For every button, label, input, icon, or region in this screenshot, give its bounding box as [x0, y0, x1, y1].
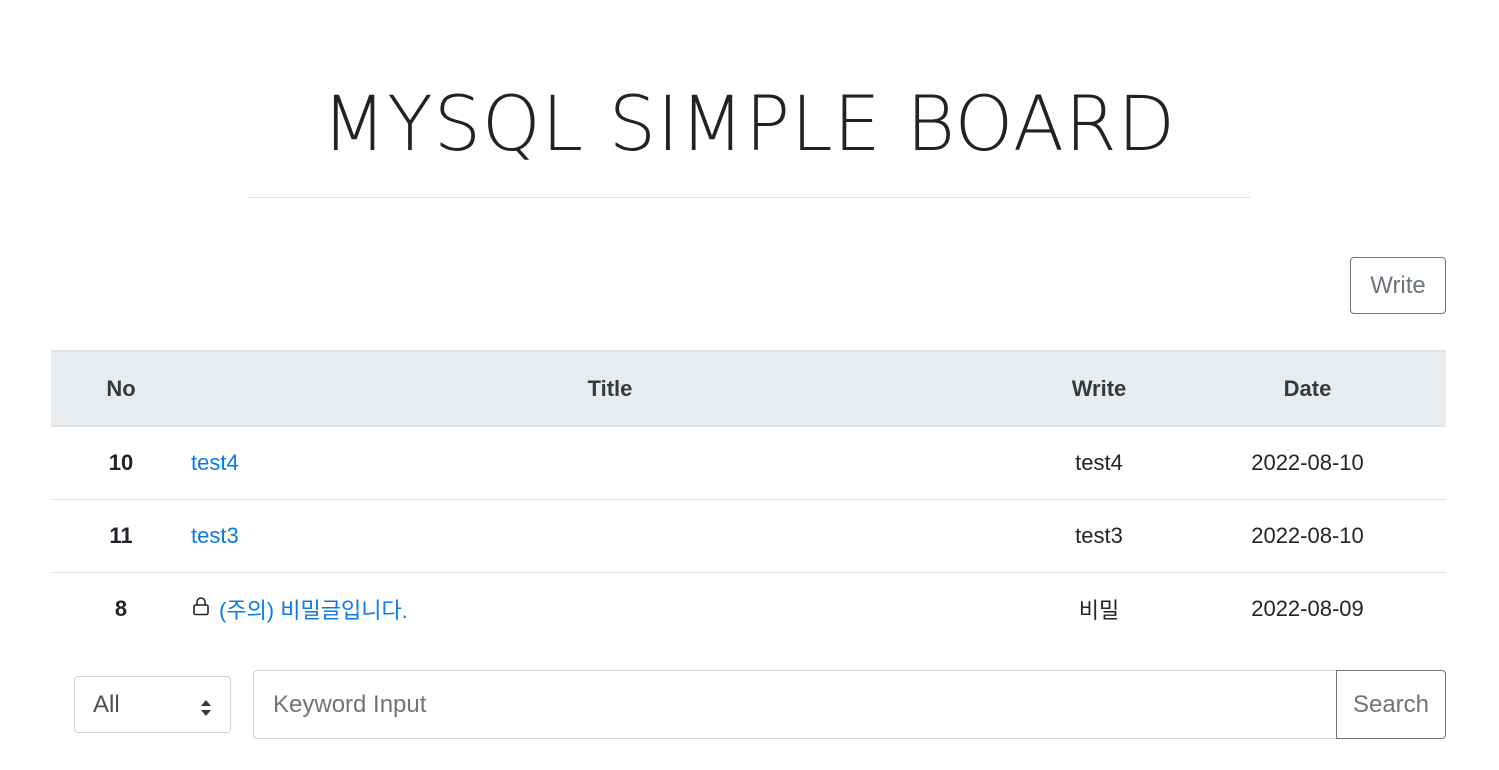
table-header-row: No Title Write Date: [51, 350, 1446, 427]
post-title-link[interactable]: test4: [191, 450, 239, 475]
row-number: 10: [51, 426, 191, 500]
search-bar: All Search: [74, 670, 1446, 739]
page-title: MYSQL SIMPLE BOARD: [322, 79, 1176, 168]
table-row: 10 test4 test4 2022-08-10: [51, 426, 1446, 500]
row-writer: test3: [1029, 499, 1169, 573]
row-date: 2022-08-10: [1169, 499, 1446, 573]
row-title-cell: (주의) 비밀글입니다.: [191, 572, 1029, 645]
post-title-link[interactable]: (주의) 비밀글입니다.: [219, 598, 408, 623]
column-header-title: Title: [191, 350, 1029, 427]
board-page: MYSQL SIMPLE BOARD Write No Title Write …: [0, 0, 1499, 770]
board-table: No Title Write Date 10 test4 test4 2022-…: [51, 350, 1446, 645]
search-button[interactable]: Search: [1336, 670, 1446, 739]
row-date: 2022-08-09: [1251, 595, 1364, 621]
search-filter-select[interactable]: All: [74, 676, 231, 733]
lock-icon: [191, 596, 211, 622]
column-header-date: Date: [1169, 350, 1446, 427]
row-number: 8: [114, 595, 128, 621]
table-body: 10 test4 test4 2022-08-10 11 test3 test3…: [51, 426, 1446, 645]
table-header: No Title Write Date: [51, 350, 1446, 427]
row-writer: test4: [1029, 426, 1169, 500]
keyword-input[interactable]: [253, 670, 1337, 739]
select-caret-icon: [200, 696, 212, 716]
row-number: 11: [51, 499, 191, 573]
column-header-writer: Write: [1029, 350, 1169, 427]
table-row: 11 test3 test3 2022-08-10: [51, 499, 1446, 573]
write-button[interactable]: Write: [1350, 257, 1446, 314]
row-title-cell: test4: [191, 426, 1029, 500]
table-row: 8 (주의) 비밀글입니다. 비밀 2022-08-09: [51, 572, 1446, 645]
search-filter-value: All: [93, 691, 120, 718]
page-header: MYSQL SIMPLE BOARD: [248, 70, 1250, 198]
row-title-cell: test3: [191, 499, 1029, 573]
column-header-no: No: [51, 350, 191, 427]
post-title-link[interactable]: test3: [191, 523, 239, 548]
row-date: 2022-08-10: [1169, 426, 1446, 500]
row-writer: 비밀: [1078, 597, 1120, 623]
